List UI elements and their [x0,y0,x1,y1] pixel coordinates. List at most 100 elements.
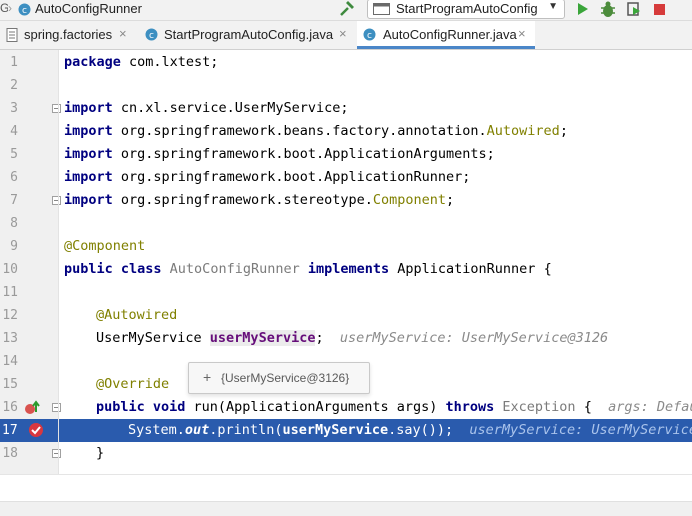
code-text: org.springframework.stereotype. [112,192,373,208]
line-number: 7 [10,193,18,208]
override-method-icon[interactable] [24,400,40,420]
keyword: import [64,146,113,162]
keyword: import [64,123,113,139]
debug-value-tooltip[interactable]: + {UserMyService@3126} [188,362,370,394]
code-line-9: @Component [59,235,692,258]
code-text: ; [446,192,455,208]
code-line-3: import cn.xl.service.UserMyService; [59,97,692,120]
code-text: } [96,445,105,461]
stop-icon[interactable] [653,1,667,20]
java-class-icon: c [18,3,31,19]
code-line-17-execution-point: System.out.println(userMyService.say());… [59,419,692,442]
line-number: 15 [2,377,18,392]
class-name: AutoConfigRunner [161,261,308,277]
line-number: 18 [2,446,18,461]
code-text: org.springframework.boot.ApplicationArgu… [112,146,495,162]
run-configuration-select[interactable]: StartProgramAutoConfig ▼ [367,0,565,19]
code-text: { [575,399,592,415]
svg-text:c: c [149,31,154,41]
code-line-7: import org.springframework.stereotype.Co… [59,189,692,212]
inline-debug-value: userMyService: UserMyService@ [469,422,692,438]
code-line-16: public void run(ApplicationArguments arg… [59,396,692,419]
line-number: 4 [10,124,18,139]
keyword: package [64,54,121,70]
line-number: 16 [2,400,18,415]
code-line-1: package com.lxtest; [59,51,692,74]
code-line-4: import org.springframework.beans.factory… [59,120,692,143]
breadcrumb-prefix[interactable]: G [0,1,8,15]
debug-icon[interactable] [600,1,616,21]
field-name[interactable]: userMyService [282,422,388,438]
keyword: implements [307,261,390,277]
line-number: 3 [10,101,18,116]
breadcrumb-chevron-icon: › [8,1,12,15]
code-text: .say()); [388,422,454,438]
line-number: 14 [2,354,18,369]
close-icon[interactable]: × [518,26,526,41]
annotation: @Autowired [96,307,178,323]
dropdown-arrow-icon: ▼ [548,1,558,12]
line-number: 9 [10,239,18,254]
annotation: @Component [64,238,146,254]
code-text: org.springframework.beans.factory.annota… [112,123,487,139]
line-number: 8 [10,216,18,231]
editor-tabs: spring.factories × c StartProgramAutoCon… [0,21,692,50]
line-number: 10 [2,262,18,277]
build-hammer-icon[interactable] [338,0,356,21]
keyword: throws [445,399,495,415]
code-text: org.springframework.boot.ApplicationRunn… [112,169,471,185]
close-icon[interactable]: × [339,26,347,41]
code-line-13: UserMyService userMyService; userMyServi… [59,327,692,350]
tooltip-value: {UserMyService@3126} [221,371,350,385]
breakpoint-icon[interactable] [28,422,44,442]
tab-spring-factories[interactable]: spring.factories × [0,21,136,48]
navigation-toolbar: G › c AutoConfigRunner StartProgramAutoC… [0,0,692,21]
code-text: cn.xl.service.UserMyService; [112,100,349,116]
code-line-15: @Override [59,373,692,396]
keyword: public void [96,399,186,415]
annotation-name: Component [372,192,447,208]
tab-label: spring.factories [24,27,113,42]
code-line-5: import org.springframework.boot.Applicat… [59,143,692,166]
run-configuration-label: StartProgramAutoConfig [396,1,538,16]
line-number: 11 [2,285,18,300]
code-line-18: } [59,442,692,465]
keyword: import [64,100,113,116]
line-number: 2 [10,78,18,93]
java-class-icon: c [145,28,158,44]
annotation-name: Autowired [486,123,560,139]
type-name: UserMyService [96,330,210,346]
svg-text:c: c [22,6,27,16]
editor-bottom [0,474,692,516]
inline-debug-value: userMyService: UserMyService@3126 [339,330,609,346]
code-text: ApplicationRunner { [389,261,552,277]
keyword: public class [64,261,162,277]
field-name[interactable]: userMyService [209,330,316,346]
code-text: ; [315,330,324,346]
line-number: 12 [2,308,18,323]
code-line-10: public class AutoConfigRunner implements… [59,258,692,281]
code-line-12: @Autowired [59,304,692,327]
code-text: .println( [209,422,283,438]
annotation: @Override [96,376,170,392]
properties-file-icon [6,28,18,45]
editor-gutter[interactable]: 1 2 3 4 5 6 7 8 9 10 11 12 13 14 15 16 1… [0,50,61,474]
line-number: 6 [10,170,18,185]
run-config-icon [373,3,391,19]
close-icon[interactable]: × [119,26,127,41]
tab-label: AutoConfigRunner.java [383,27,517,42]
java-class-icon: c [363,28,376,44]
svg-text:c: c [367,31,372,41]
coverage-icon[interactable] [626,1,642,21]
inline-debug-value: args: Default [608,399,692,415]
breadcrumb-class[interactable]: AutoConfigRunner [35,1,142,16]
expand-plus-icon[interactable]: + [203,369,211,385]
tab-label: StartProgramAutoConfig.java [164,27,334,42]
code-text: run(ApplicationArguments args) [185,399,446,415]
line-number: 5 [10,147,18,162]
tab-auto-config-runner[interactable]: c AutoConfigRunner.java × [357,21,535,49]
run-icon[interactable] [576,1,590,20]
code-editor[interactable]: package com.lxtest; import cn.xl.service… [59,50,692,474]
code-text: com.lxtest; [120,54,219,70]
tab-start-program-auto-config[interactable]: c StartProgramAutoConfig.java × [139,21,354,48]
